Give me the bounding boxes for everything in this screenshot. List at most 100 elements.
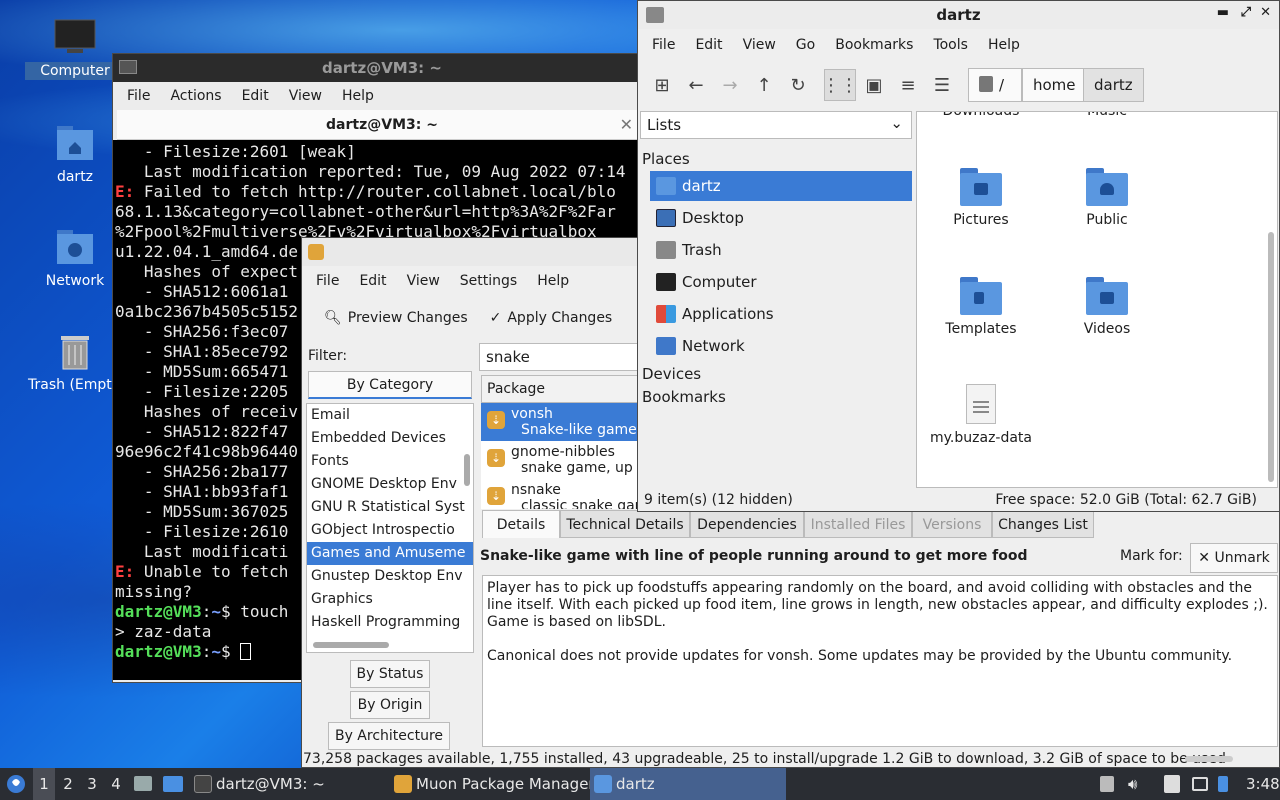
close-tab-icon[interactable]: ✕ [620,115,633,134]
menu-edit[interactable]: Edit [349,273,396,289]
folder-music[interactable]: Music [1047,112,1167,119]
tab-by-category[interactable]: By Category [308,371,472,399]
package-column-header[interactable]: Package [481,375,641,403]
category-item[interactable]: GNOME Desktop Env [307,473,473,496]
back-arrow-icon[interactable]: ← [682,71,710,99]
menu-go[interactable]: Go [786,37,825,53]
folder-templates[interactable]: Templates [921,277,1041,337]
close-icon[interactable]: ✕ [1260,5,1271,20]
show-desktop-button[interactable] [162,768,184,800]
workspace-3[interactable]: 3 [81,768,103,800]
tab-changes-list[interactable]: Changes List [992,510,1094,538]
category-item[interactable]: Fonts [307,450,473,473]
tab-by-origin[interactable]: By Origin [350,691,430,719]
tab-dependencies[interactable]: Dependencies [690,510,804,538]
desktop-icon-network[interactable]: Network [25,228,125,290]
compact-view-icon[interactable]: ≡ [894,71,922,99]
folder-pictures[interactable]: Pictures [921,168,1041,228]
folder-public[interactable]: Public [1047,168,1167,228]
tab-by-architecture[interactable]: By Architecture [328,722,450,750]
package-row-selected[interactable]: ⇣ vonsh Snake-like game v [481,403,641,441]
desktop-icon-home[interactable]: dartz [25,124,125,186]
tray-network[interactable] [1192,768,1210,800]
terminal-titlebar[interactable]: dartz@VM3: ~ [113,54,651,82]
tray-clipboard[interactable] [1164,768,1182,800]
menu-view[interactable]: View [397,273,450,289]
terminal-tab[interactable]: dartz@VM3: ~ ✕ [117,110,647,140]
category-scrollbar[interactable] [464,454,470,486]
workspace-4[interactable]: 4 [105,768,127,800]
place-computer[interactable]: Computer [650,267,912,297]
menu-bookmarks[interactable]: Bookmarks [825,37,923,53]
menu-file[interactable]: File [306,273,349,289]
tray-volume[interactable]: 🔊︎ [1128,768,1146,800]
task-terminal[interactable]: dartz@VM3: ~ [190,768,333,800]
filemanager-titlebar[interactable]: dartz ▬ ⤢ ✕ [638,1,1279,29]
tab-details[interactable]: Details [482,510,560,538]
file-view-scrollbar[interactable] [1268,232,1274,482]
folder-downloads[interactable]: Downloads [921,112,1041,119]
detail-view-icon[interactable]: ☰ [928,71,956,99]
menu-view[interactable]: View [279,88,332,104]
package-description[interactable]: Player has to pick up foodstuffs appeari… [482,575,1278,747]
path-dartz-button[interactable]: dartz [1083,68,1144,102]
thumbnail-view-icon[interactable]: ▣ [860,71,888,99]
place-network[interactable]: Network [650,331,912,361]
menu-file[interactable]: File [117,88,160,104]
desktop-icon-computer[interactable]: Computer [25,18,125,80]
preview-changes-button[interactable]: 🔍︎ Preview Changes [316,310,476,326]
filemanager-window[interactable]: dartz ▬ ⤢ ✕ File Edit View Go Bookmarks … [637,0,1280,512]
forward-arrow-icon[interactable]: → [716,71,744,99]
path-root-button[interactable]: / [968,68,1022,102]
place-trash[interactable]: Trash [650,235,912,265]
menu-help[interactable]: Help [527,273,579,289]
menu-edit[interactable]: Edit [232,88,279,104]
category-item-selected[interactable]: Games and Amuseme [307,542,473,565]
category-item[interactable]: Haskell Programming [307,611,473,634]
folder-videos[interactable]: Videos [1047,277,1167,337]
menu-help[interactable]: Help [978,37,1030,53]
package-row[interactable]: ⇣ gnome-nibbles snake game, up to [481,441,641,479]
menu-edit[interactable]: Edit [685,37,732,53]
unmark-button[interactable]: ✕ Unmark [1190,543,1278,573]
menu-view[interactable]: View [733,37,786,53]
workspace-1[interactable]: 1 [33,768,55,800]
file-my-buzaz-data[interactable]: my.buzaz-data [921,384,1041,446]
task-filemanager[interactable]: dartz [590,768,786,800]
side-pane-mode-select[interactable]: Lists ⌄ [640,111,912,139]
clock[interactable]: 3:48 [1246,768,1280,800]
tab-by-status[interactable]: By Status [350,660,430,688]
workspace-2[interactable]: 2 [57,768,79,800]
category-item[interactable]: Gnustep Desktop Env [307,565,473,588]
up-arrow-icon[interactable]: ↑ [750,71,778,99]
maximize-icon[interactable]: ⤢ [1241,5,1251,20]
place-applications[interactable]: Applications [650,299,912,329]
category-item[interactable]: GNU R Statistical Syst [307,496,473,519]
icon-view-icon[interactable]: ⋮⋮ [822,69,858,101]
category-item[interactable]: GObject Introspectio [307,519,473,542]
tab-technical-details[interactable]: Technical Details [560,510,690,538]
package-list[interactable]: ⇣ vonsh Snake-like game v ⇣ gnome-nibbles sn… [481,403,641,509]
menu-settings[interactable]: Settings [450,273,527,289]
place-dartz[interactable]: dartz [650,171,912,201]
task-muon[interactable]: Muon Package Manager [390,768,603,800]
file-manager-launcher[interactable] [134,768,154,800]
category-item[interactable]: Embedded Devices [307,427,473,450]
menu-help[interactable]: Help [332,88,384,104]
menu-tools[interactable]: Tools [923,37,978,53]
category-item[interactable]: Email [307,404,473,427]
category-hscrollbar[interactable] [313,642,389,648]
tray-updates[interactable] [1218,768,1230,800]
place-desktop[interactable]: Desktop [650,203,912,233]
desktop-icon-trash[interactable]: Trash (Empty) [25,332,125,394]
menu-file[interactable]: File [642,37,685,53]
apply-changes-button[interactable]: ✓ Apply Changes [482,310,621,326]
file-view[interactable]: Downloads Music Pictures Public Template… [916,111,1278,488]
new-tab-icon[interactable]: ⊞ [648,71,676,99]
category-list[interactable]: Email Embedded Devices Fonts GNOME Deskt… [306,403,474,653]
start-menu-button[interactable] [4,768,30,800]
menu-actions[interactable]: Actions [160,88,231,104]
minimize-icon[interactable]: ▬ [1217,5,1229,20]
category-item[interactable]: Graphics [307,588,473,611]
tray-battery[interactable] [1100,768,1116,800]
